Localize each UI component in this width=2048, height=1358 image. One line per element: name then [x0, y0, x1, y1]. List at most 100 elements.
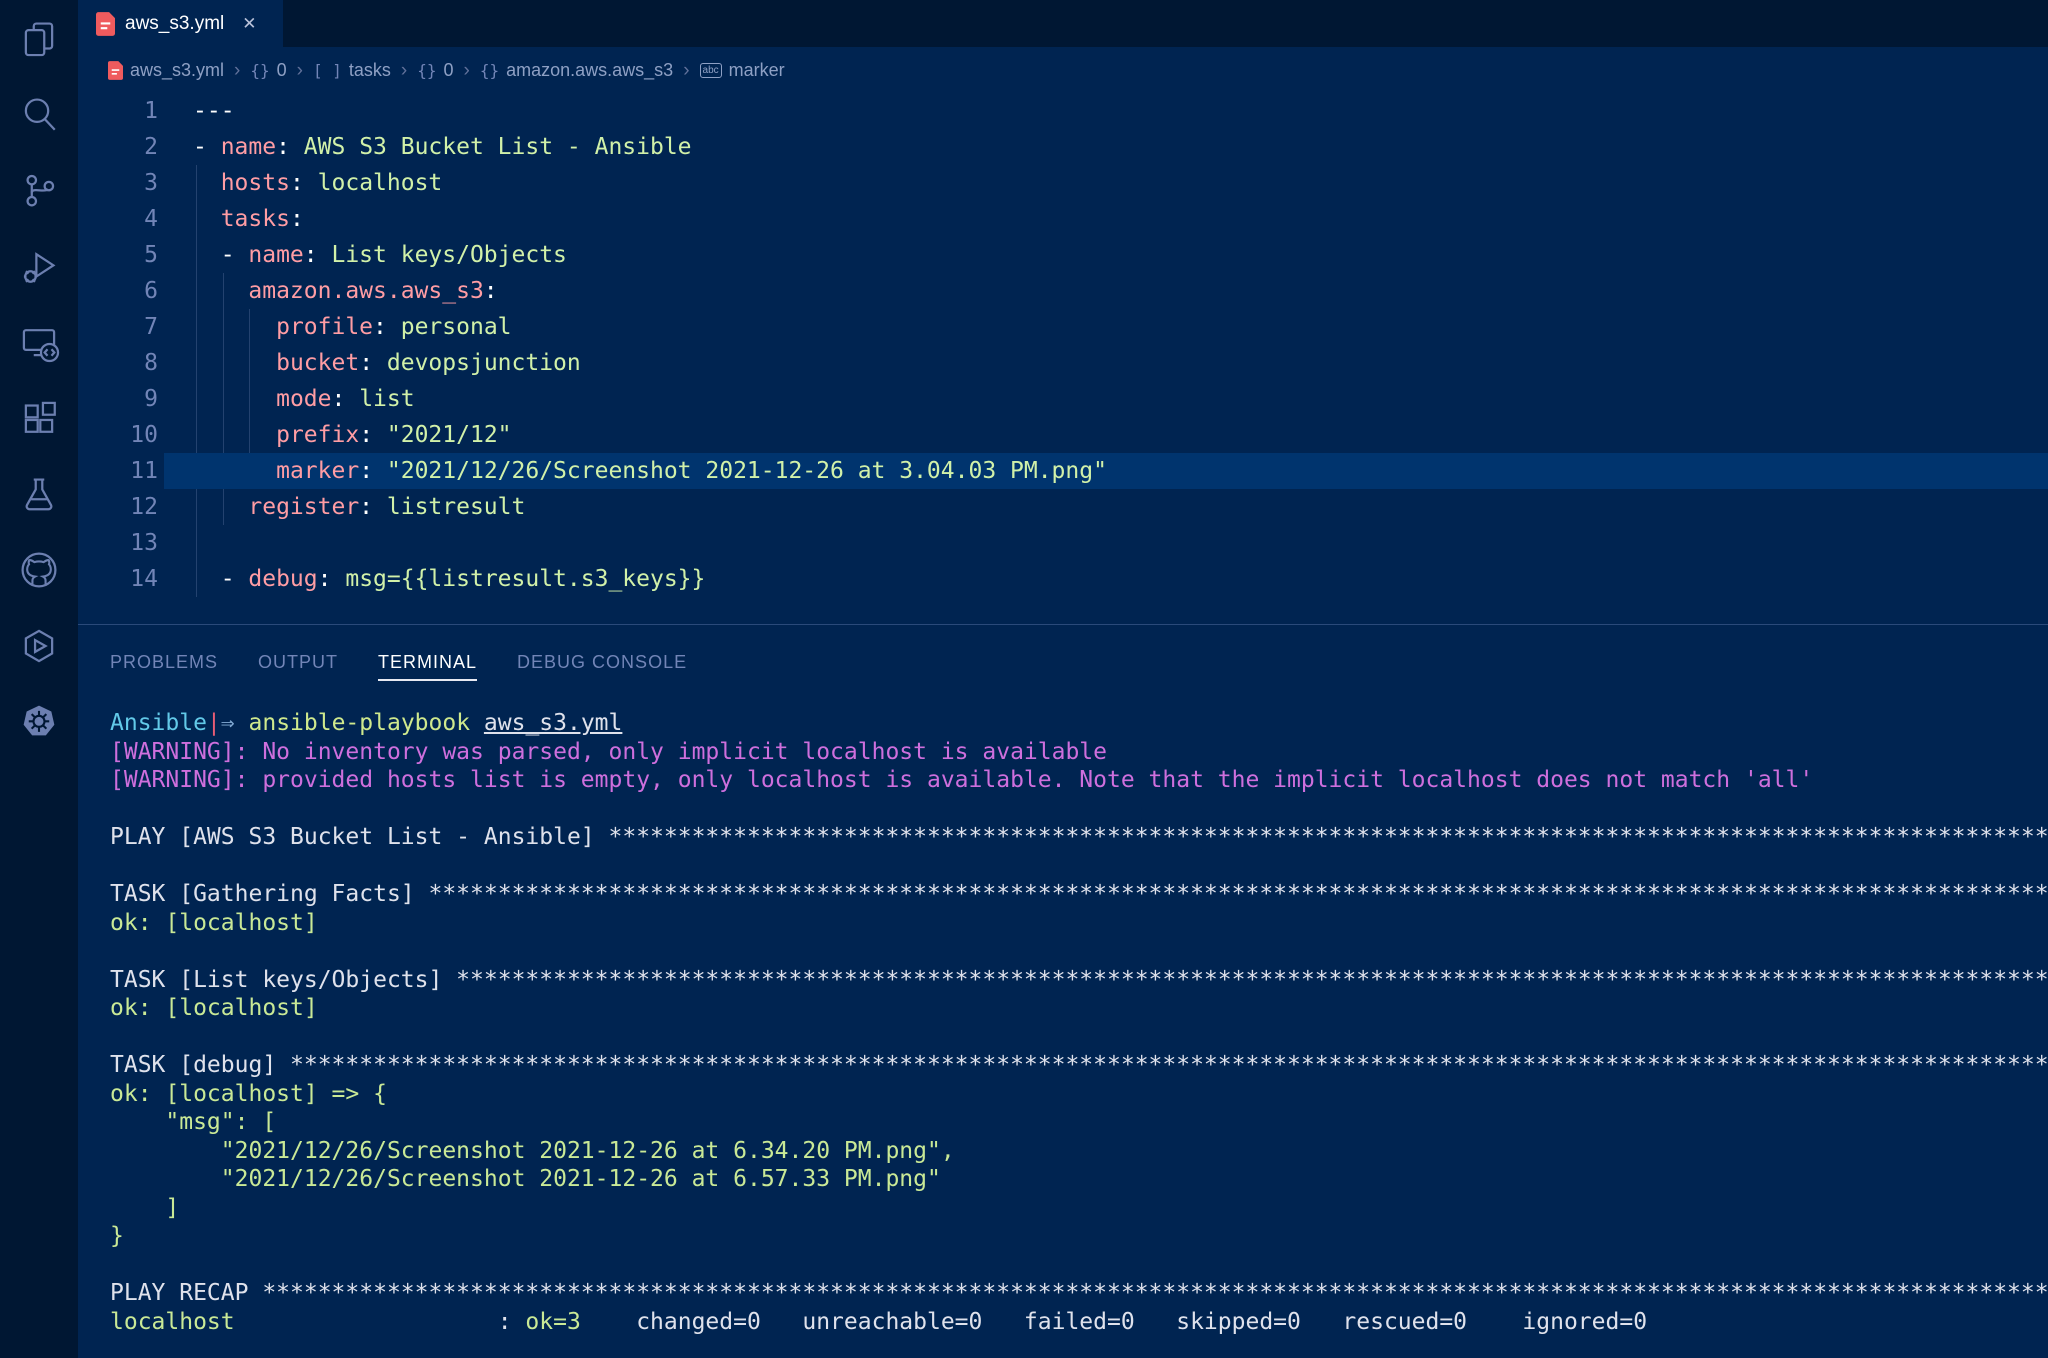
code-line-current[interactable]: 11 marker: "2021/12/26/Screenshot 2021-1… — [78, 453, 2048, 489]
testing-beaker-icon[interactable] — [0, 456, 78, 532]
code-text: bucket: devopsjunction — [193, 345, 2048, 381]
remote-explorer-icon[interactable] — [0, 304, 78, 380]
vscode-window: { "colors": { "editor_bg": "#002451", "c… — [0, 0, 2048, 1358]
terminal-line — [78, 852, 2048, 881]
code-line[interactable]: 2 - name: AWS S3 Bucket List - Ansible — [78, 129, 2048, 165]
code-line[interactable]: 1 --- — [78, 93, 2048, 129]
terminal-line: ok: [localhost] — [78, 909, 2048, 938]
code-line[interactable]: 3 hosts: localhost — [78, 165, 2048, 201]
code-text: tasks: — [193, 201, 2048, 237]
kubernetes-icon[interactable] — [0, 684, 78, 760]
code-line[interactable]: 9 mode: list — [78, 381, 2048, 417]
terminal-line: Ansible|⇒ ansible-playbook aws_s3.yml — [78, 709, 2048, 738]
terminal-line — [78, 937, 2048, 966]
terminal-line — [78, 1251, 2048, 1280]
code-text: prefix: "2021/12" — [193, 417, 2048, 453]
line-number: 9 — [78, 381, 158, 417]
line-number: 4 — [78, 201, 158, 237]
code-line[interactable]: 10 prefix: "2021/12" — [78, 417, 2048, 453]
terminal-line: ] — [78, 1194, 2048, 1223]
line-number: 13 — [78, 525, 158, 561]
breadcrumb-label: marker — [729, 60, 785, 81]
code-text: amazon.aws.aws_s3: — [193, 273, 2048, 309]
breadcrumb-separator-icon: › — [234, 60, 240, 82]
code-line[interactable]: 8 bucket: devopsjunction — [78, 345, 2048, 381]
code-line[interactable]: 13 — [78, 525, 2048, 561]
code-line[interactable]: 4 tasks: — [78, 201, 2048, 237]
breadcrumb-item[interactable]: {} 0 — [417, 60, 453, 81]
tab-close-icon[interactable]: ✕ — [242, 14, 256, 34]
code-text: mode: list — [193, 381, 2048, 417]
terminal-line: "msg": [ — [78, 1108, 2048, 1137]
code-text: - name: List keys/Objects — [193, 237, 2048, 273]
symbol-object-icon: {} — [480, 61, 499, 80]
code-line[interactable]: 12 register: listresult — [78, 489, 2048, 525]
terminal-line: TASK [List keys/Objects] ***************… — [78, 966, 2048, 995]
breadcrumb-label: aws_s3.yml — [130, 60, 224, 81]
line-number: 5 — [78, 237, 158, 273]
terminal-line: } — [78, 1222, 2048, 1251]
panel-tab-debug-console[interactable]: DEBUG CONSOLE — [517, 646, 687, 681]
panel-tab-problems[interactable]: PROBLEMS — [110, 646, 218, 681]
panel-tab-bar: PROBLEMS OUTPUT TERMINAL DEBUG CONSOLE — [78, 625, 2048, 701]
line-number: 1 — [78, 93, 158, 129]
terminal[interactable]: Ansible|⇒ ansible-playbook aws_s3.yml[WA… — [78, 709, 2048, 1358]
terminal-line: TASK [debug] ***************************… — [78, 1051, 2048, 1080]
code-line[interactable]: 6 amazon.aws.aws_s3: — [78, 273, 2048, 309]
hexagon-play-icon[interactable] — [0, 608, 78, 684]
terminal-line: [WARNING]: No inventory was parsed, only… — [78, 738, 2048, 767]
code-line[interactable]: 14 - debug: msg={{listresult.s3_keys}} — [78, 561, 2048, 597]
symbol-string-icon: abc — [700, 63, 722, 78]
terminal-line: "2021/12/26/Screenshot 2021-12-26 at 6.5… — [78, 1165, 2048, 1194]
breadcrumb-item[interactable]: aws_s3.yml — [108, 60, 224, 81]
terminal-line: [WARNING]: provided hosts list is empty,… — [78, 766, 2048, 795]
yaml-file-icon — [108, 61, 123, 80]
line-number: 2 — [78, 129, 158, 165]
code-line[interactable]: 5 - name: List keys/Objects — [78, 237, 2048, 273]
breadcrumb-label: 0 — [277, 60, 287, 81]
symbol-object-icon: {} — [250, 61, 269, 80]
symbol-array-icon: [ ] — [313, 61, 342, 80]
line-number: 12 — [78, 489, 158, 525]
breadcrumb-item[interactable]: [ ] tasks — [313, 60, 391, 81]
breadcrumb-item[interactable]: {} 0 — [250, 60, 286, 81]
breadcrumb-separator-icon: › — [297, 60, 303, 82]
panel-tab-terminal[interactable]: TERMINAL — [378, 646, 477, 681]
panel-tab-output[interactable]: OUTPUT — [258, 646, 338, 681]
yaml-file-icon — [96, 12, 115, 36]
breadcrumb-label: 0 — [443, 60, 453, 81]
breadcrumb-label: tasks — [349, 60, 391, 81]
line-number: 10 — [78, 417, 158, 453]
code-text: profile: personal — [193, 309, 2048, 345]
source-control-icon[interactable] — [0, 152, 78, 228]
activity-bar — [0, 0, 78, 1358]
tab-aws-s3-yml[interactable]: aws_s3.yml ✕ — [78, 0, 283, 47]
symbol-object-icon: {} — [417, 61, 436, 80]
extensions-icon[interactable] — [0, 380, 78, 456]
terminal-line — [78, 795, 2048, 824]
breadcrumb-separator-icon: › — [464, 60, 470, 82]
code-text: --- — [193, 93, 2048, 129]
code-text: register: listresult — [193, 489, 2048, 525]
terminal-line: ok: [localhost] — [78, 994, 2048, 1023]
breadcrumb-item[interactable]: {}amazon.aws.aws_s3 — [480, 60, 673, 81]
terminal-line: ok: [localhost] => { — [78, 1080, 2048, 1109]
code-line[interactable]: 7 profile: personal — [78, 309, 2048, 345]
editor-pane[interactable]: 1 --- 2 - name: AWS S3 Bucket List - Ansibl… — [78, 93, 2048, 624]
terminal-line: "2021/12/26/Screenshot 2021-12-26 at 6.3… — [78, 1137, 2048, 1166]
code-text: - debug: msg={{listresult.s3_keys}} — [193, 561, 2048, 597]
breadcrumb-item[interactable]: abc marker — [700, 60, 785, 81]
tab-label: aws_s3.yml — [125, 13, 224, 35]
line-number: 8 — [78, 345, 158, 381]
explorer-icon[interactable] — [0, 0, 78, 76]
breadcrumb-separator-icon: › — [401, 60, 407, 82]
search-icon[interactable] — [0, 76, 78, 152]
code-text: marker: "2021/12/26/Screenshot 2021-12-2… — [193, 453, 2048, 489]
code-text: - name: AWS S3 Bucket List - Ansible — [193, 129, 2048, 165]
line-number: 6 — [78, 273, 158, 309]
terminal-line: localhost : ok=3 changed=0 unreachable=0… — [78, 1308, 2048, 1337]
line-number: 3 — [78, 165, 158, 201]
github-icon[interactable] — [0, 532, 78, 608]
run-and-debug-icon[interactable] — [0, 228, 78, 304]
line-number: 7 — [78, 309, 158, 345]
